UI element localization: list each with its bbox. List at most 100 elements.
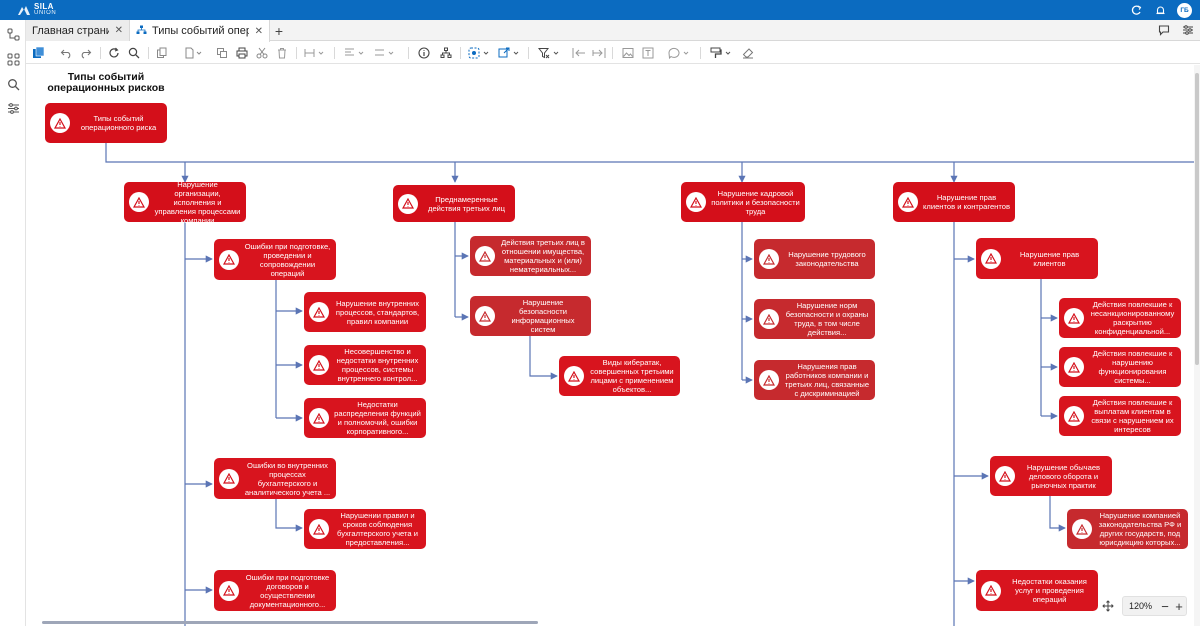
warning-icon bbox=[1072, 519, 1092, 539]
node-business-practices[interactable]: Нарушение обычаев делового оборота и рын… bbox=[990, 456, 1112, 496]
rail-search-icon[interactable] bbox=[5, 76, 21, 92]
rail-settings-icon[interactable] bbox=[5, 100, 21, 116]
node-internal-process-violations[interactable]: Нарушение внутренних процессов, стандарт… bbox=[304, 292, 426, 332]
node-label: Нарушение внутренних процессов, стандарт… bbox=[335, 298, 420, 326]
node-client-rights-violation[interactable]: Нарушение прав клиентов bbox=[976, 238, 1098, 279]
node-label: Действия повлекшие к нарушению функциони… bbox=[1092, 349, 1173, 385]
distribute-icon[interactable] bbox=[374, 45, 396, 61]
tab-label: Главная страница bbox=[32, 24, 109, 37]
node-label: Несовершенство и недостатки внутренних п… bbox=[336, 347, 419, 383]
warning-icon bbox=[686, 192, 706, 212]
node-service-flaws[interactable]: Недостатки оказания услуг и проведения о… bbox=[976, 570, 1098, 611]
warning-icon bbox=[309, 302, 329, 322]
refresh-icon[interactable] bbox=[108, 45, 120, 61]
node-client-payouts[interactable]: Действия повлекшие к выплатам клиентам в… bbox=[1059, 396, 1181, 436]
rail-process-icon[interactable] bbox=[5, 26, 21, 42]
node-accounting-errors[interactable]: Ошибки во внутренних процессах бухгалтер… bbox=[214, 458, 336, 499]
node-contract-errors[interactable]: Ошибки при подготовке договоров и осущес… bbox=[214, 570, 336, 611]
vertical-scroll-thumb[interactable] bbox=[1195, 73, 1199, 365]
node-label: Нарушение обычаев делового оборота и рын… bbox=[1026, 462, 1101, 490]
text-icon[interactable] bbox=[642, 45, 654, 61]
chat-icon[interactable] bbox=[1158, 23, 1170, 41]
add-tab-button[interactable]: + bbox=[270, 20, 288, 41]
node-function-distribution[interactable]: Недостатки распределения функций и полно… bbox=[304, 398, 426, 438]
tab-home[interactable]: Главная страница ✕ bbox=[26, 20, 130, 41]
format-icon[interactable] bbox=[710, 45, 734, 61]
save-icon[interactable] bbox=[32, 45, 46, 61]
node-accounting-rules[interactable]: Нарушении правил и сроков соблюдения бух… bbox=[304, 509, 426, 549]
zoom-in-button[interactable]: + bbox=[1172, 597, 1186, 615]
image-icon[interactable] bbox=[622, 45, 634, 61]
expand-right-icon[interactable] bbox=[592, 45, 606, 61]
warning-icon bbox=[129, 192, 149, 212]
node-label: Действия третьих лиц в отношении имущест… bbox=[501, 238, 585, 274]
info-icon[interactable] bbox=[418, 45, 430, 61]
node-process-violations[interactable]: Нарушение организации, исполнения и упра… bbox=[124, 180, 246, 225]
comment-icon[interactable] bbox=[668, 45, 692, 61]
horizontal-scroll-thumb[interactable] bbox=[42, 621, 538, 624]
copy-icon[interactable] bbox=[156, 45, 168, 61]
align-icon[interactable] bbox=[344, 45, 366, 61]
node-property-actions[interactable]: Действия третьих лиц в отношении имущест… bbox=[470, 236, 591, 276]
cut-icon[interactable] bbox=[256, 45, 268, 61]
page-icon[interactable] bbox=[184, 45, 204, 61]
pan-icon[interactable] bbox=[1098, 596, 1118, 616]
close-icon[interactable]: ✕ bbox=[255, 26, 263, 37]
node-label: Ошибки во внутренних процессах бухгалтер… bbox=[244, 460, 331, 497]
node-hr-policy[interactable]: Нарушение кадровой политики и безопаснос… bbox=[681, 182, 805, 222]
vertical-scrollbar[interactable] bbox=[1194, 65, 1200, 626]
zoom-out-button[interactable]: − bbox=[1158, 597, 1172, 615]
delete-icon[interactable] bbox=[276, 45, 288, 61]
select-icon[interactable] bbox=[468, 45, 492, 61]
warning-icon bbox=[309, 355, 329, 375]
user-avatar[interactable]: ГБ bbox=[1177, 2, 1192, 18]
filter-settings-icon[interactable] bbox=[1182, 23, 1194, 41]
node-internal-control-flaws[interactable]: Несовершенство и недостатки внутренних п… bbox=[304, 345, 426, 385]
export-icon[interactable] bbox=[498, 45, 522, 61]
warning-icon bbox=[1064, 308, 1084, 328]
warning-icon bbox=[898, 192, 918, 212]
diagram-canvas[interactable]: Типы событий операционных рисков Типы со… bbox=[26, 65, 1194, 626]
print-icon[interactable] bbox=[236, 45, 248, 61]
duplicate-icon[interactable] bbox=[216, 45, 228, 61]
node-labor-law[interactable]: Нарушение трудового законодательства bbox=[754, 239, 875, 279]
redo-icon[interactable] bbox=[80, 45, 92, 61]
node-operation-errors[interactable]: Ошибки при подготовке, проведении и сопр… bbox=[214, 239, 336, 280]
undo-icon[interactable] bbox=[60, 45, 72, 61]
tree-layout-icon[interactable] bbox=[440, 45, 452, 61]
theme-toggle-icon[interactable] bbox=[1129, 3, 1143, 17]
filter-icon[interactable] bbox=[538, 45, 562, 61]
node-system-disruption[interactable]: Действия повлекшие к нарушению функциони… bbox=[1059, 347, 1181, 387]
diagram-title: Типы событий операционных рисков bbox=[47, 71, 165, 94]
rail-apps-icon[interactable] bbox=[5, 51, 21, 67]
warning-icon bbox=[309, 519, 329, 539]
warning-icon bbox=[398, 193, 418, 214]
node-label: Преднамеренные действия третьих лиц bbox=[428, 194, 505, 213]
search-icon[interactable] bbox=[128, 45, 140, 61]
node-discrimination[interactable]: Нарушения прав работников компании и тре… bbox=[754, 360, 875, 400]
brand-logo[interactable]: SILA UNION bbox=[17, 2, 56, 18]
node-label: Нарушение прав клиентов и контрагентов bbox=[922, 193, 1011, 211]
editor-toolbar bbox=[26, 42, 1200, 64]
notifications-icon[interactable] bbox=[1153, 3, 1167, 17]
resize-icon[interactable] bbox=[304, 45, 326, 61]
node-jurisdiction-law[interactable]: Нарушение компанией законодательства РФ … bbox=[1067, 509, 1188, 549]
zoom-control: 120% − + bbox=[1098, 596, 1194, 616]
eraser-icon[interactable] bbox=[742, 45, 754, 61]
close-icon[interactable]: ✕ bbox=[115, 25, 123, 36]
warning-icon bbox=[981, 248, 1001, 269]
hierarchy-icon bbox=[136, 25, 147, 38]
node-third-party-actions[interactable]: Преднамеренные действия третьих лиц bbox=[393, 185, 515, 222]
node-safety-norms[interactable]: Нарушение норм безопасности и охраны тру… bbox=[754, 299, 875, 339]
node-label: Типы событий операционного риска bbox=[80, 114, 157, 132]
node-root[interactable]: Типы событий операционного риска bbox=[45, 103, 167, 143]
node-client-rights[interactable]: Нарушение прав клиентов и контрагентов bbox=[893, 182, 1015, 222]
warning-icon bbox=[219, 468, 239, 489]
tab-risk-types[interactable]: Типы событий операц ✕ bbox=[130, 20, 270, 42]
node-label: Нарушения прав работников компании и тре… bbox=[784, 362, 870, 398]
warning-icon bbox=[759, 370, 779, 390]
node-cyberattacks[interactable]: Виды кибератак, совершенных третьими лиц… bbox=[559, 356, 680, 396]
node-infosec-violation[interactable]: Нарушение безопасности информационных си… bbox=[470, 296, 591, 336]
collapse-left-icon[interactable] bbox=[572, 45, 586, 61]
node-confidential-disclosure[interactable]: Действия повлекшие к несанкционированном… bbox=[1059, 298, 1181, 338]
